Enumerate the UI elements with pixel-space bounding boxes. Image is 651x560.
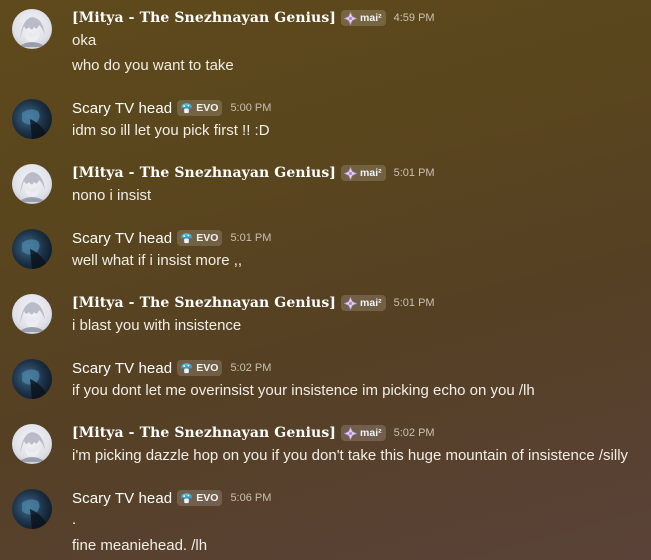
- timestamp: 5:06 PM: [230, 492, 272, 504]
- server-tag-label: mai²: [360, 167, 382, 179]
- timestamp: 5:02 PM: [230, 362, 272, 374]
- server-tag-label: mai²: [360, 427, 382, 439]
- avatar[interactable]: [12, 489, 52, 529]
- mushroom-icon: [181, 102, 193, 113]
- username[interactable]: Scary TV head: [72, 360, 172, 377]
- server-tag[interactable]: EVO: [177, 230, 223, 246]
- mushroom-icon: [181, 362, 193, 373]
- username[interactable]: [Mitya - The Snezhnayan Genius]: [72, 10, 336, 26]
- sparkle-diamond-icon: [344, 296, 358, 310]
- message-header: [Mitya - The Snezhnayan Genius] mai² 5:0…: [72, 163, 435, 183]
- avatar[interactable]: [12, 99, 52, 139]
- message-text: idm so ill let you pick first !! :D: [72, 122, 270, 139]
- sparkle-diamond-icon: [344, 11, 358, 25]
- server-tag[interactable]: EVO: [177, 490, 223, 506]
- username[interactable]: [Mitya - The Snezhnayan Genius]: [72, 425, 336, 441]
- avatar[interactable]: [12, 9, 52, 49]
- username[interactable]: [Mitya - The Snezhnayan Genius]: [72, 165, 336, 181]
- message-text: well what if i insist more ,,: [72, 252, 243, 269]
- timestamp: 5:01 PM: [393, 297, 435, 309]
- avatar[interactable]: [12, 424, 52, 464]
- server-tag[interactable]: EVO: [177, 360, 223, 376]
- message-text: fine meaniehead. /lh: [72, 537, 208, 554]
- server-tag-label: EVO: [196, 492, 219, 504]
- username[interactable]: Scary TV head: [72, 230, 172, 247]
- server-tag-label: mai²: [360, 12, 382, 24]
- message-text: i'm picking dazzle hop on you if you don…: [72, 447, 629, 464]
- sparkle-diamond-icon: [344, 426, 358, 440]
- timestamp: 5:01 PM: [393, 167, 435, 179]
- server-tag-label: EVO: [196, 232, 219, 244]
- timestamp: 4:59 PM: [393, 12, 435, 24]
- server-tag[interactable]: EVO: [177, 100, 223, 116]
- message-list: [Mitya - The Snezhnayan Genius] mai² 4:5…: [0, 0, 651, 560]
- timestamp: 5:02 PM: [393, 427, 435, 439]
- message-text: i blast you with insistence: [72, 317, 242, 334]
- sparkle-diamond-icon: [344, 166, 358, 180]
- username[interactable]: Scary TV head: [72, 490, 172, 507]
- message-text: .: [72, 511, 77, 528]
- username[interactable]: [Mitya - The Snezhnayan Genius]: [72, 295, 336, 311]
- server-tag[interactable]: mai²: [341, 295, 386, 311]
- message-text: nono i insist: [72, 187, 152, 204]
- timestamp: 5:01 PM: [230, 232, 272, 244]
- message-text: who do you want to take: [72, 57, 234, 74]
- server-tag[interactable]: mai²: [341, 10, 386, 26]
- message-header: Scary TV head EVO 5:06 PM: [72, 488, 271, 508]
- message-header: Scary TV head EVO 5:01 PM: [72, 228, 271, 248]
- message-header: [Mitya - The Snezhnayan Genius] mai² 5:0…: [72, 423, 435, 443]
- message-header: Scary TV head EVO 5:00 PM: [72, 98, 271, 118]
- avatar[interactable]: [12, 164, 52, 204]
- message-text: oka: [72, 32, 97, 49]
- server-tag-label: mai²: [360, 297, 382, 309]
- timestamp: 5:00 PM: [230, 102, 272, 114]
- server-tag[interactable]: mai²: [341, 165, 386, 181]
- message-header: Scary TV head EVO 5:02 PM: [72, 358, 271, 378]
- avatar[interactable]: [12, 359, 52, 399]
- mushroom-icon: [181, 232, 193, 243]
- server-tag[interactable]: mai²: [341, 425, 386, 441]
- message-text: if you dont let me overinsist your insis…: [72, 382, 535, 399]
- server-tag-label: EVO: [196, 362, 219, 374]
- avatar[interactable]: [12, 294, 52, 334]
- message-header: [Mitya - The Snezhnayan Genius] mai² 4:5…: [72, 8, 435, 28]
- avatar[interactable]: [12, 229, 52, 269]
- username[interactable]: Scary TV head: [72, 100, 172, 117]
- server-tag-label: EVO: [196, 102, 219, 114]
- mushroom-icon: [181, 492, 193, 503]
- message-header: [Mitya - The Snezhnayan Genius] mai² 5:0…: [72, 293, 435, 313]
